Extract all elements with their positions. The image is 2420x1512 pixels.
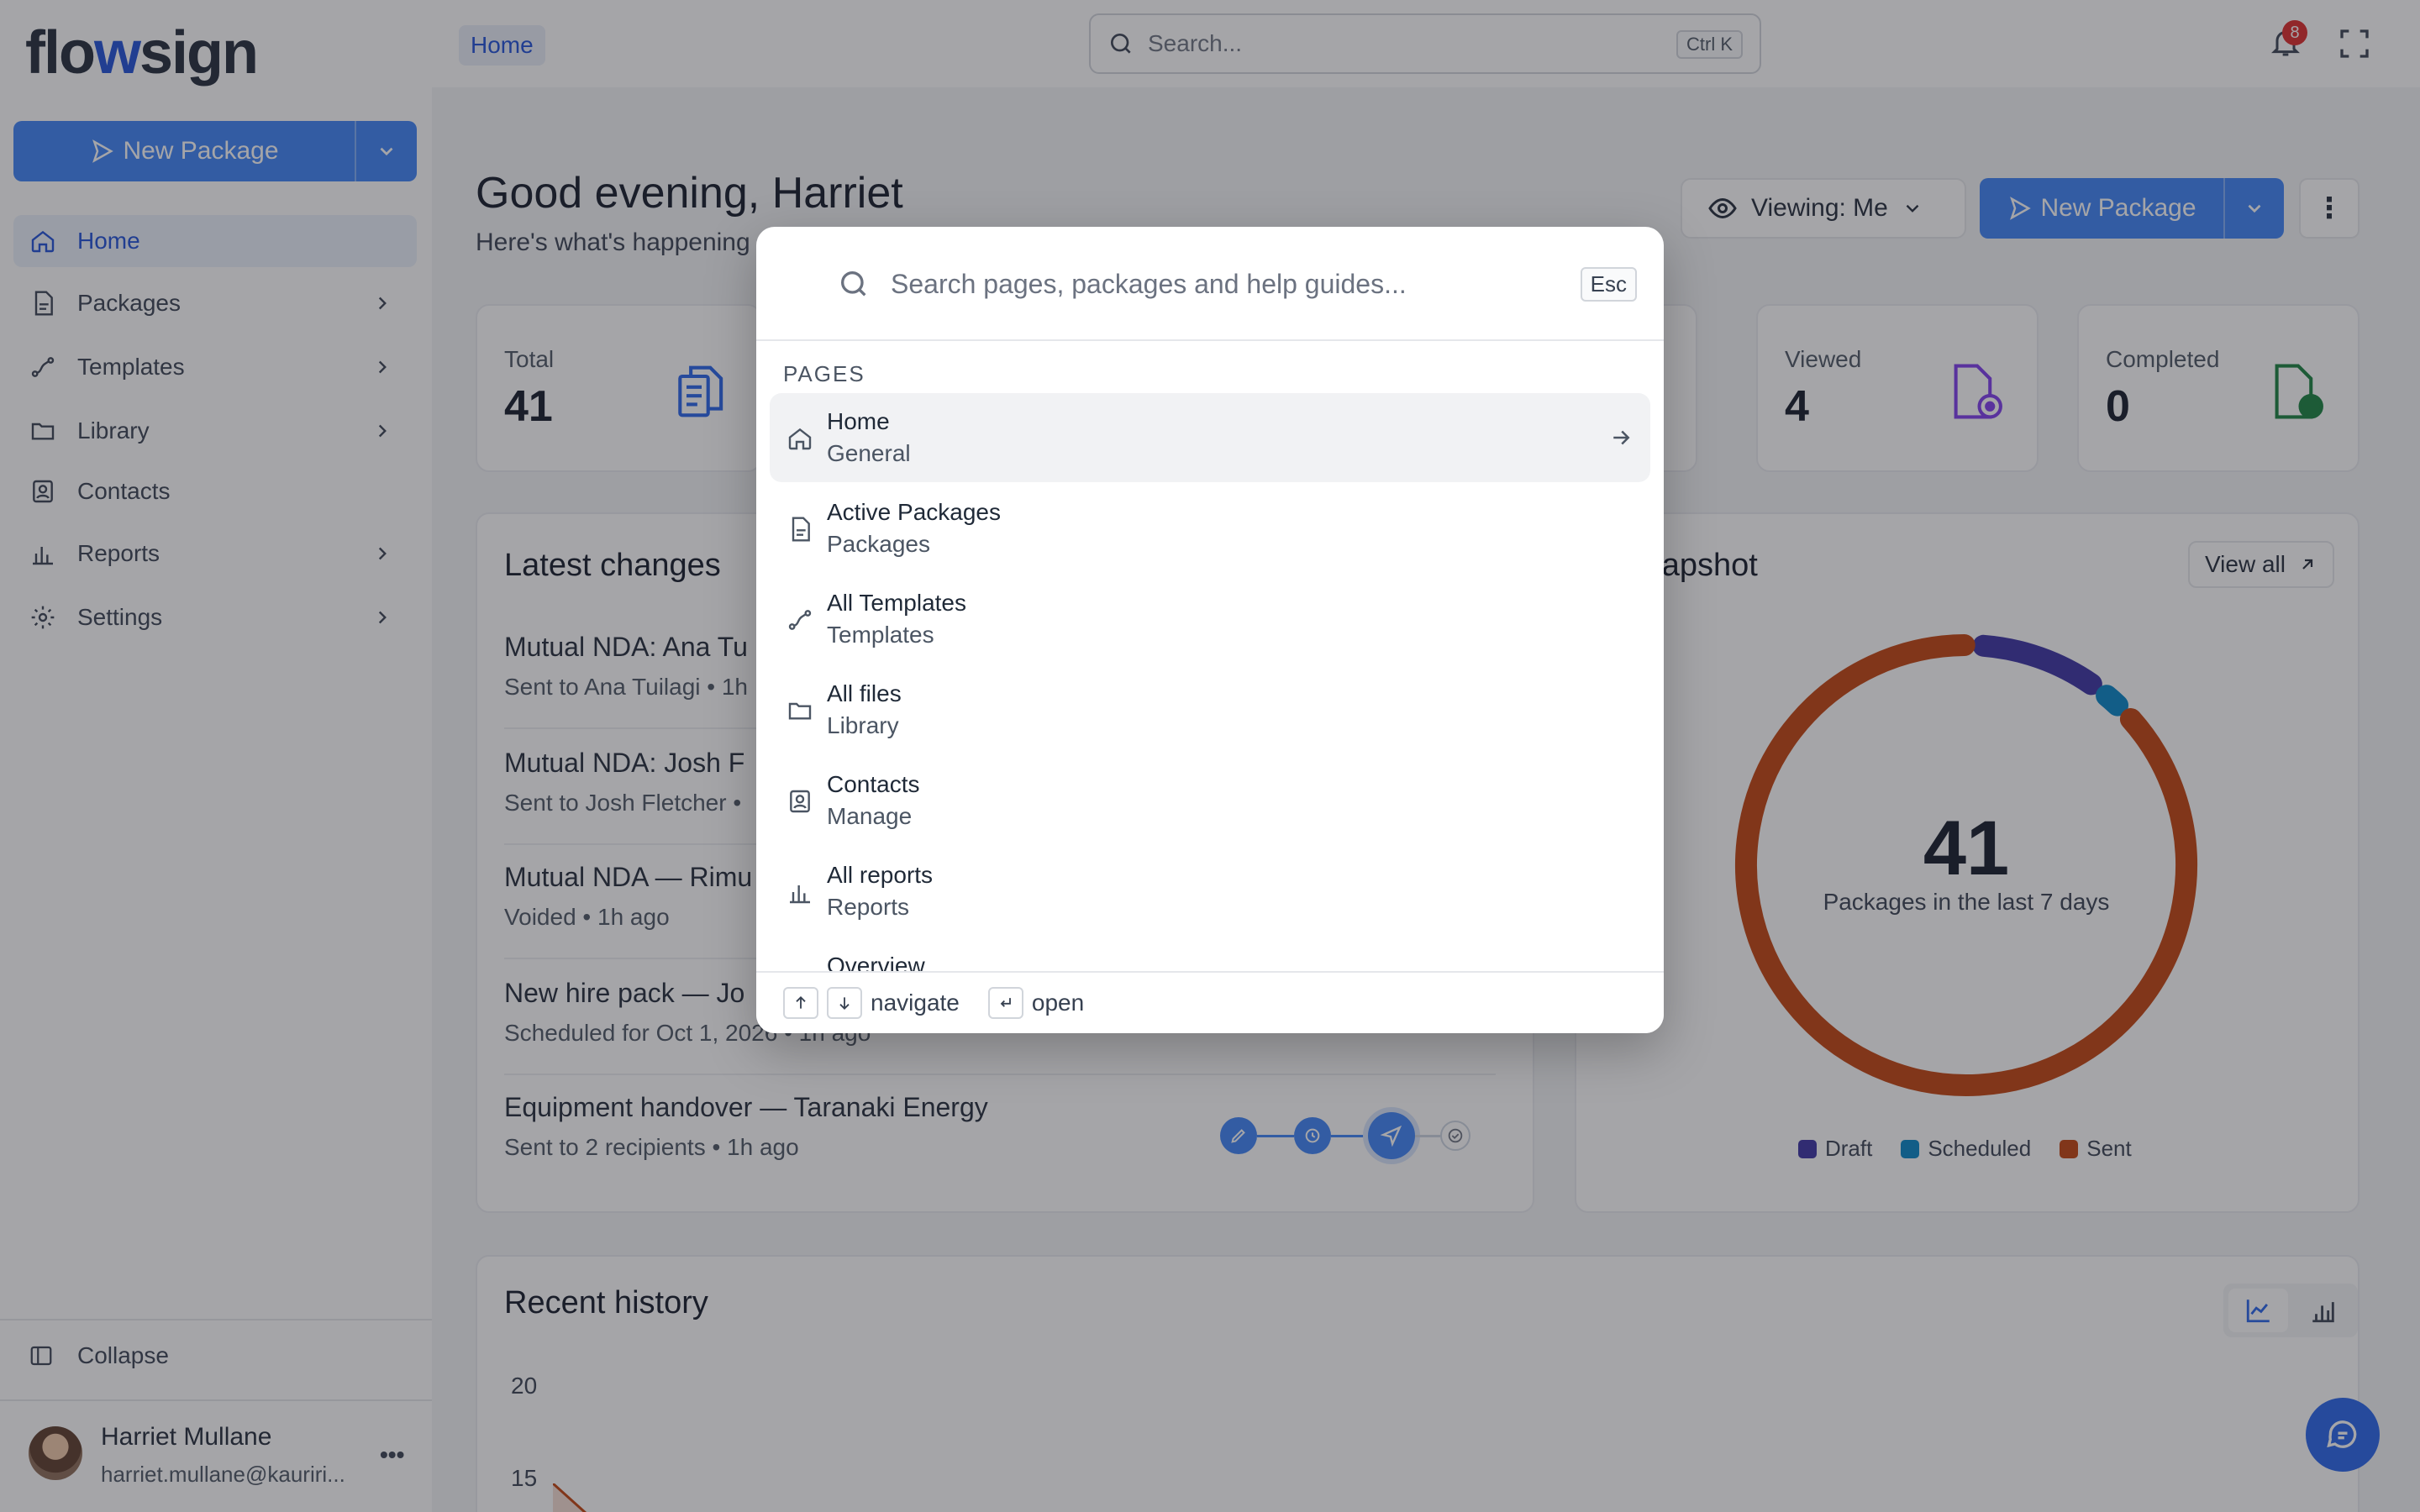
- palette-item-subtitle: General: [827, 440, 911, 466]
- palette-item-title: All Templates: [827, 590, 967, 616]
- palette-item-subtitle: Manage: [827, 803, 913, 829]
- palette-footer: navigate open: [756, 971, 1664, 1033]
- arrow-down-key-icon: [827, 987, 862, 1019]
- palette-item-home[interactable]: Home General: [770, 393, 1650, 482]
- palette-item-all-templates[interactable]: All Templates Templates: [770, 575, 1650, 664]
- route-icon: [788, 610, 812, 630]
- palette-item-title: Contacts: [827, 771, 920, 797]
- document-icon: [792, 517, 810, 542]
- palette-item-subtitle: Library: [827, 712, 899, 738]
- palette-item-active-packages[interactable]: Active Packages Packages: [770, 484, 1650, 573]
- search-icon: [841, 271, 866, 297]
- palette-search-input[interactable]: Search pages, packages and help guides..…: [891, 269, 1407, 300]
- folder-icon: [788, 702, 812, 720]
- palette-item-title: Active Packages: [827, 499, 1001, 525]
- palette-item-subtitle: Templates: [827, 622, 934, 648]
- bar-chart-icon: [790, 885, 810, 904]
- palette-item-contacts[interactable]: Contacts Manage: [770, 756, 1650, 845]
- home-icon: [788, 428, 812, 450]
- arrow-up-key-icon: [783, 987, 818, 1019]
- palette-section-title: PAGES: [783, 361, 865, 386]
- palette-search-bar[interactable]: Search pages, packages and help guides..…: [756, 227, 1664, 341]
- open-hint: open: [1031, 990, 1085, 1016]
- palette-item-all-reports[interactable]: All reports Reports: [770, 847, 1650, 936]
- escape-key-hint[interactable]: Esc: [1580, 267, 1637, 302]
- palette-item-title: Home: [827, 408, 890, 434]
- palette-item-subtitle: Reports: [827, 894, 910, 920]
- palette-item-all-files[interactable]: All files Library: [770, 665, 1650, 754]
- palette-item-title: All files: [827, 680, 902, 706]
- command-palette: Search pages, packages and help guides..…: [756, 227, 1664, 1033]
- palette-item-title: All reports: [827, 862, 934, 888]
- palette-item-subtitle: Packages: [827, 531, 930, 557]
- enter-key-icon: [987, 987, 1023, 1019]
- arrow-right-icon: [1613, 430, 1630, 445]
- navigate-hint: navigate: [871, 990, 960, 1016]
- contact-book-icon: [790, 790, 810, 813]
